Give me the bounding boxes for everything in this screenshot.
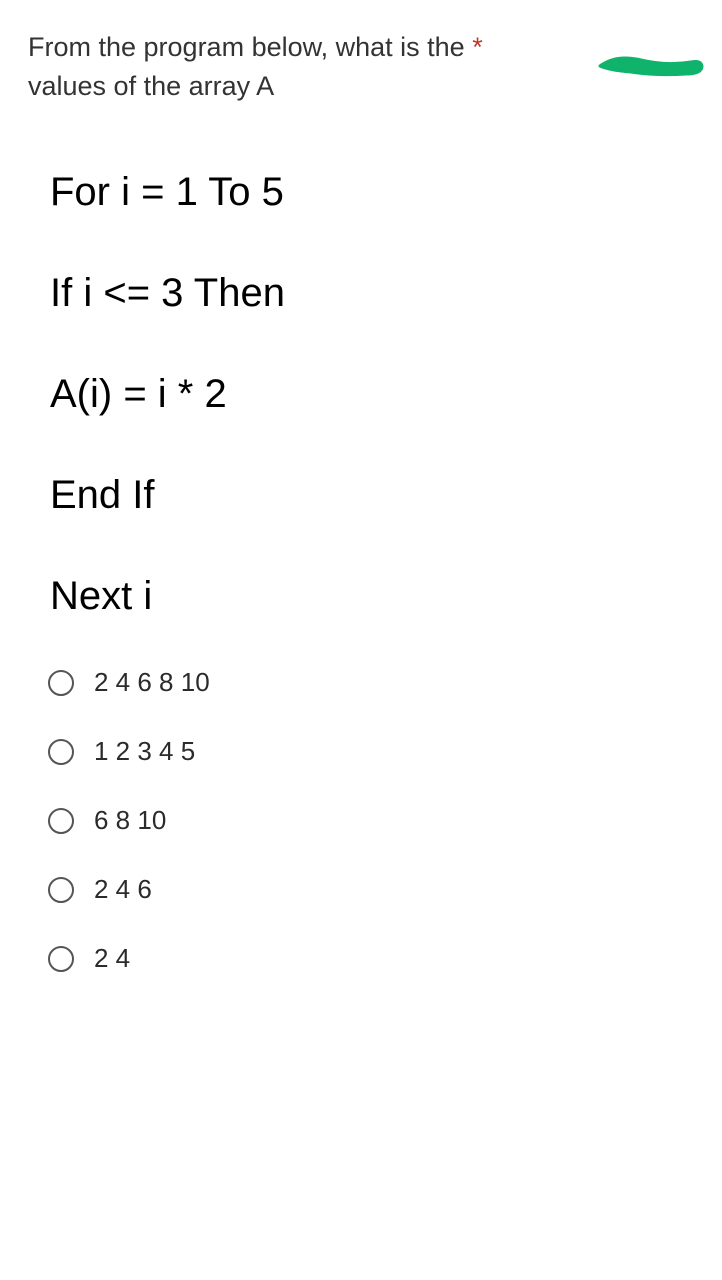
radio-icon (48, 670, 74, 696)
option-label: 6 8 10 (94, 805, 166, 836)
question-text: From the program below, what is the * va… (28, 28, 694, 106)
option-5[interactable]: 2 4 (48, 943, 694, 974)
code-line-5: Next i (50, 574, 694, 619)
radio-icon (48, 877, 74, 903)
option-label: 1 2 3 4 5 (94, 736, 195, 767)
radio-icon (48, 739, 74, 765)
option-label: 2 4 6 8 10 (94, 667, 210, 698)
radio-icon (48, 808, 74, 834)
code-block: For i = 1 To 5 If i <= 3 Then A(i) = i *… (50, 170, 694, 619)
code-line-4: End If (50, 473, 694, 518)
option-label: 2 4 (94, 943, 130, 974)
question-line1: From the program below, what is the (28, 32, 472, 62)
code-line-1: For i = 1 To 5 (50, 170, 694, 215)
option-2[interactable]: 1 2 3 4 5 (48, 736, 694, 767)
radio-icon (48, 946, 74, 972)
option-label: 2 4 6 (94, 874, 152, 905)
code-line-2: If i <= 3 Then (50, 271, 694, 316)
required-asterisk: * (472, 32, 483, 62)
code-line-3: A(i) = i * 2 (50, 372, 694, 417)
option-1[interactable]: 2 4 6 8 10 (48, 667, 694, 698)
options-group: 2 4 6 8 10 1 2 3 4 5 6 8 10 2 4 6 2 4 (48, 667, 694, 974)
question-line2: values of the array A (28, 71, 274, 101)
scribble-annotation (596, 48, 706, 82)
option-4[interactable]: 2 4 6 (48, 874, 694, 905)
option-3[interactable]: 6 8 10 (48, 805, 694, 836)
